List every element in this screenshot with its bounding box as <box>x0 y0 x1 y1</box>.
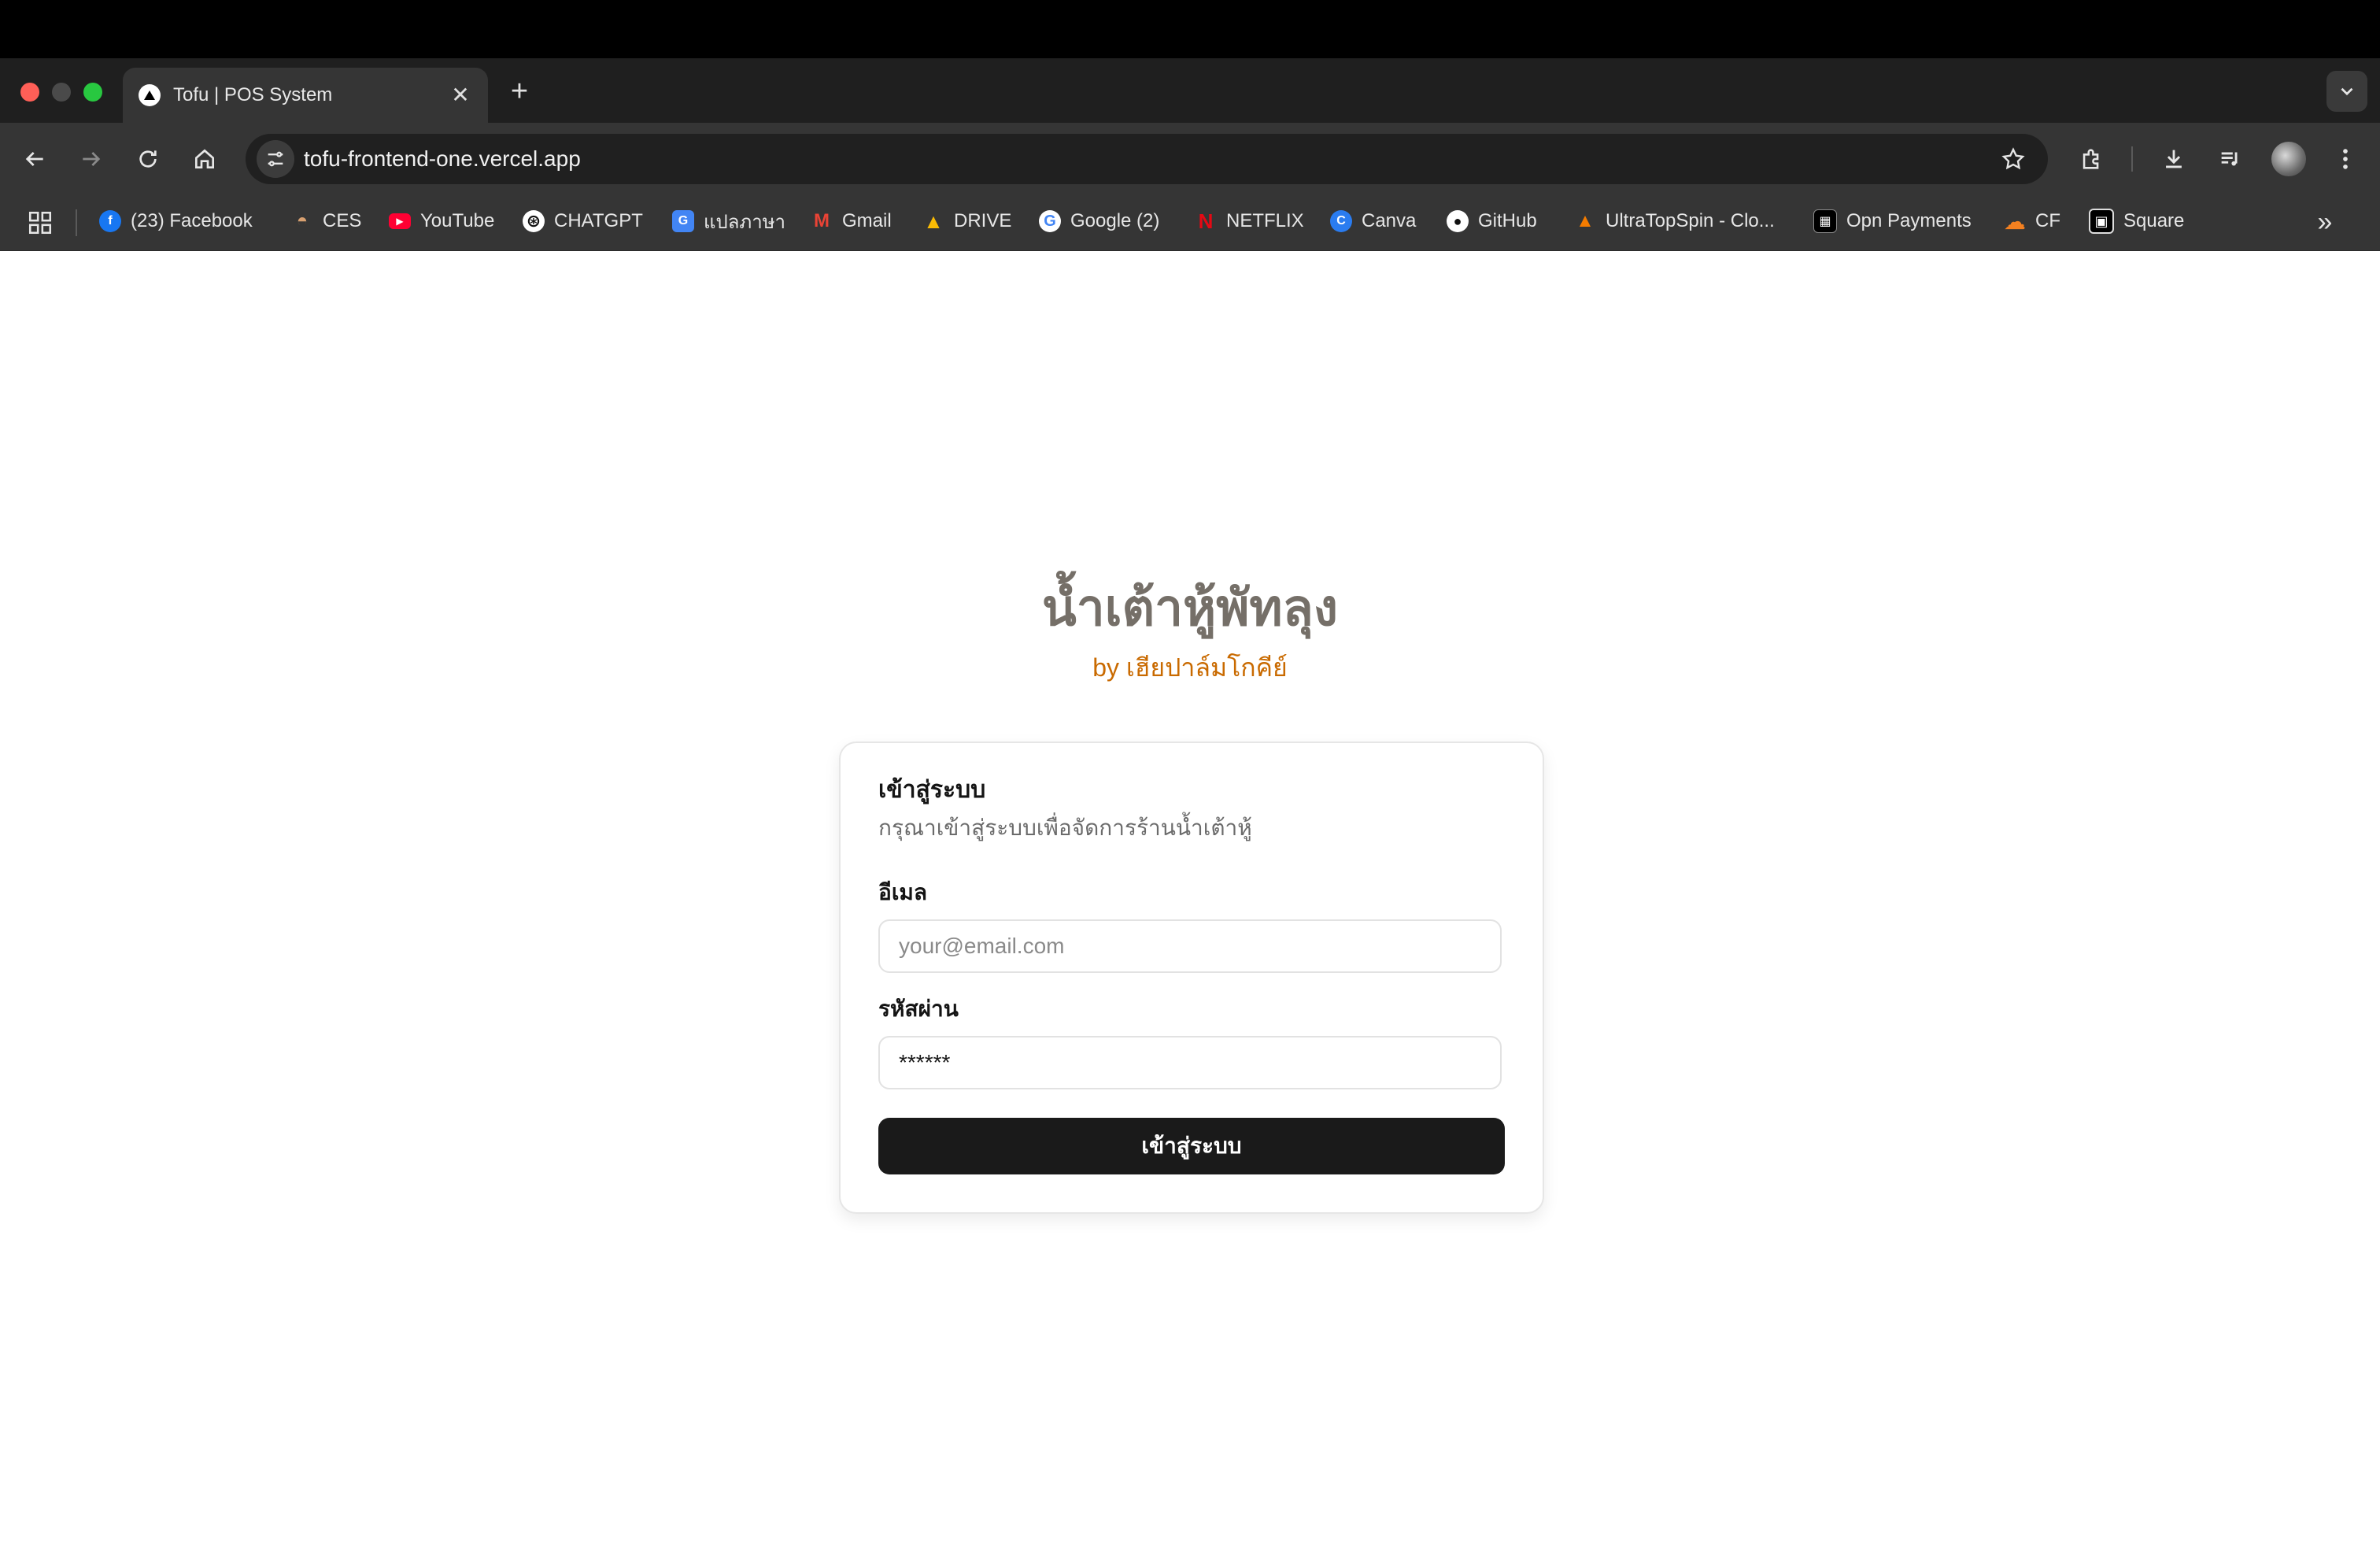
chatgpt-icon: ⊛ <box>523 210 545 232</box>
bookmark-label: DRIVE <box>954 210 1012 231</box>
bookmark-ces[interactable]: ◓ CES <box>291 202 362 241</box>
puzzle-icon <box>2082 149 2099 169</box>
tune-icon <box>268 151 283 167</box>
site-info-button[interactable] <box>257 140 294 178</box>
url-text[interactable]: tofu-frontend-one.vercel.app <box>304 134 581 184</box>
extensions-button[interactable] <box>2073 140 2111 178</box>
bookmark-label: Canva <box>1362 210 1417 231</box>
bookmark-github[interactable]: ● GitHub <box>1447 202 1537 241</box>
apps-grid-icon[interactable] <box>27 209 54 236</box>
cloudflare-icon: ☁ <box>2004 209 2026 234</box>
more-vertical-icon <box>2343 149 2348 169</box>
bookmark-canva[interactable]: C Canva <box>1330 202 1416 241</box>
window-maximize-button[interactable] <box>83 83 102 102</box>
login-card: เข้าสู่ระบบ กรุณาเข้าสู่ระบบเพื่อจัดการร… <box>839 742 1544 1214</box>
drive-icon: ▲ <box>923 209 944 233</box>
vercel-icon <box>139 84 161 106</box>
ces-icon: ◓ <box>296 210 309 231</box>
bookmark-star-icon[interactable] <box>1998 143 2029 175</box>
bookmark-chatgpt[interactable]: ⊛ CHATGPT <box>523 202 643 241</box>
youtube-icon: ▶ <box>389 213 411 229</box>
more-bookmarks-icon[interactable]: » <box>2309 206 2341 238</box>
bookmark-label: Google (2) <box>1070 210 1160 231</box>
bookmark-label: Opn Payments <box>1846 210 1972 231</box>
login-description: กรุณาเข้าสู่ระบบเพื่อจัดการร้านน้ำเต้าหู… <box>878 816 1252 840</box>
bookmark-google[interactable]: G Google (2) <box>1039 202 1159 241</box>
tab-search-button[interactable] <box>2326 71 2367 112</box>
reload-icon <box>139 150 157 168</box>
login-title: เข้าสู่ระบบ <box>878 777 986 803</box>
password-label: รหัสผ่าน <box>878 997 959 1021</box>
bookmark-label: UltraTopSpin - Clo... <box>1606 210 1775 231</box>
password-field[interactable] <box>878 1036 1502 1089</box>
bookmark-drive[interactable]: ▲ DRIVE <box>922 202 1011 241</box>
toolbar-divider <box>2131 146 2133 172</box>
bookmark-label: CHATGPT <box>554 210 643 231</box>
tab-title: Tofu | POS System <box>173 84 333 105</box>
bookmark-label: NETFLIX <box>1226 210 1304 231</box>
bookmark-translate[interactable]: G แปลภาษา <box>672 202 785 241</box>
media-controls-button[interactable] <box>2212 140 2249 178</box>
download-icon <box>2166 150 2182 168</box>
login-button[interactable]: เข้าสู่ระบบ <box>878 1118 1505 1174</box>
new-tab-button[interactable]: + <box>504 72 535 110</box>
reload-button[interactable] <box>129 140 167 178</box>
opn-payments-icon: ▦ <box>1813 209 1837 233</box>
square-icon: ▣ <box>2089 209 2114 234</box>
bookmark-youtube[interactable]: ▶ YouTube <box>389 202 494 241</box>
tab-active[interactable]: Tofu | POS System ✕ <box>123 68 488 123</box>
window-minimize-button[interactable] <box>52 83 71 102</box>
brand-title: น้ำเต้าหู้พัทลุง <box>1041 579 1339 636</box>
downloads-button[interactable] <box>2155 140 2193 178</box>
bookmark-label: CES <box>323 210 362 231</box>
chevron-down-icon <box>2341 87 2353 96</box>
profile-avatar[interactable] <box>2271 142 2306 176</box>
star-icon <box>2001 147 2025 170</box>
bookmark-label: GitHub <box>1478 210 1537 231</box>
bookmark-opn-payments[interactable]: ▦ Opn Payments <box>1813 202 1972 241</box>
ultratopspin-icon: ▲ <box>1576 210 1595 231</box>
gmail-icon: M <box>814 210 830 231</box>
email-field[interactable] <box>878 919 1502 973</box>
netflix-icon: N <box>1198 209 1214 233</box>
tab-close-icon[interactable]: ✕ <box>447 82 474 109</box>
translate-icon: G <box>672 210 694 232</box>
bookmark-facebook[interactable]: f (23) Facebook <box>99 202 253 241</box>
bookmark-label: (23) Facebook <box>131 210 253 231</box>
home-button[interactable] <box>186 140 224 178</box>
email-label: อีเมล <box>878 880 928 904</box>
facebook-icon: f <box>99 210 121 232</box>
bookmarks-divider <box>76 209 77 236</box>
home-icon <box>195 149 214 168</box>
window-close-button[interactable] <box>20 83 39 102</box>
google-icon: G <box>1039 210 1061 232</box>
brand-subtitle: by เฮียปาล์มโกคีย์ <box>1092 653 1288 682</box>
bookmark-label: YouTube <box>420 210 495 231</box>
bookmark-label: แปลภาษา <box>704 211 786 233</box>
address-bar[interactable]: tofu-frontend-one.vercel.app <box>246 134 2048 184</box>
bookmark-gmail[interactable]: M Gmail <box>811 202 892 241</box>
browser-menu-button[interactable] <box>2326 140 2364 178</box>
github-icon: ● <box>1447 210 1469 232</box>
bookmark-square[interactable]: ▣ Square <box>2089 202 2184 241</box>
menu-bar <box>0 0 2380 58</box>
forward-button[interactable] <box>72 140 110 178</box>
canva-icon: C <box>1330 210 1352 232</box>
queue-music-icon <box>2221 152 2238 166</box>
bookmark-label: Square <box>2123 210 2185 231</box>
bookmark-ultratopspin[interactable]: ▲ UltraTopSpin - Clo... <box>1574 202 1775 241</box>
bookmark-netflix[interactable]: N NETFLIX <box>1195 202 1304 241</box>
arrow-right-icon <box>83 152 101 166</box>
bookmark-label: Gmail <box>842 210 892 231</box>
bookmark-cloudflare[interactable]: ☁ CF <box>2004 202 2060 241</box>
arrow-left-icon <box>25 152 43 166</box>
bookmark-label: CF <box>2035 210 2060 231</box>
back-button[interactable] <box>16 140 54 178</box>
